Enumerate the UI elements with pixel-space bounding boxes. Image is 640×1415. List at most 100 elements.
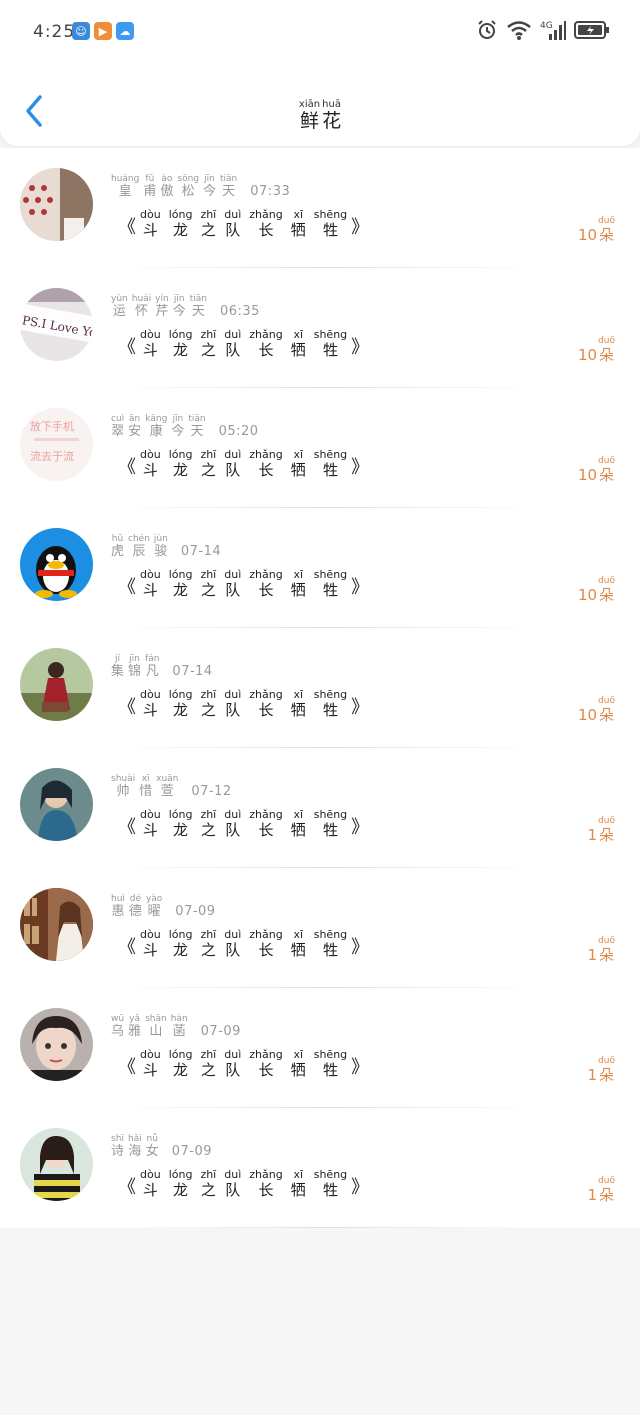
pinyin: shī [111, 1134, 124, 1144]
pinyin: xī [293, 688, 304, 701]
pinyin: zhǎng [249, 928, 283, 941]
pinyin: duō [598, 576, 615, 586]
pinyin: tiān [220, 174, 238, 184]
hanzi: 牺 [290, 941, 306, 959]
count-number: 1 [587, 826, 598, 844]
title-char: shēng 牲 [313, 688, 348, 720]
hanzi: 牺 [290, 461, 306, 479]
avatar[interactable] [20, 888, 93, 961]
hanzi: 牲 [322, 221, 338, 239]
pinyin: dòu [140, 208, 161, 221]
pinyin: xī [293, 328, 304, 341]
open-bracket: 《 [118, 937, 136, 958]
svg-text:放下手机: 放下手机 [30, 419, 74, 433]
hanzi: 海 [128, 1144, 142, 1159]
flower-count: 10 duō 朵 [578, 456, 616, 484]
wifi-icon [506, 19, 532, 41]
hanzi: 山 [149, 1024, 163, 1039]
hanzi: 朵 [599, 946, 615, 964]
pinyin: huì [111, 894, 125, 904]
pinyin: zhǎng [249, 1168, 283, 1181]
hanzi: 斗 [142, 221, 158, 239]
name-char: tiān 天 [220, 174, 237, 199]
hanzi: 斗 [142, 1181, 158, 1199]
timestamp: 07-09 [175, 904, 216, 919]
close-bracket: 》 [351, 337, 370, 358]
book-title: 《 dòu 斗 lóng 龙 zhī 之 duì 队 zhǎng 长 xī 牺 shēng 牲》 [118, 1048, 369, 1080]
avatar[interactable] [20, 1008, 93, 1081]
top-bar: 4:25 ☺ ▶ ☁ 4G xiān 鲜 huā 花 [0, 0, 640, 146]
list-item[interactable]: shuài 帅 xī 惜 xuān 萱 07-12 《 dòu 斗 lóng 龙 zhī 之 duì 队 zhǎ… [0, 748, 640, 868]
pinyin: xuān [156, 774, 179, 784]
cellular-signal-icon: 4G [540, 19, 566, 41]
pinyin: hàn [170, 1014, 188, 1024]
sender-line: yùn 运 huái 怀 yín 芹 jīn 今 tiān 天 06:35 [110, 294, 260, 319]
count-number: 10 [577, 346, 598, 364]
book-title: 《 dòu 斗 lóng 龙 zhī 之 duì 队 zhǎng 长 xī 牺 shēng 牲》 [118, 809, 369, 840]
flower-count: 10 duō 朵 [578, 576, 616, 604]
title-char: xiān 鲜 [299, 99, 320, 132]
title-char: zhī 之 [200, 329, 216, 360]
list-item[interactable]: huáng 皇 fǔ 甫 ào 傲 sōng 松 jīn 今 tiān 天 07:33 《 dòu 斗 lóng… [0, 148, 640, 268]
pinyin: duì [224, 448, 242, 461]
name-char: nǚ 女 [146, 1134, 159, 1159]
pinyin: kāng [145, 414, 168, 424]
list-item[interactable]: huì 惠 dé 德 yào 曜 07-09 《 dòu 斗 lóng 龙 zhī 之 duì 队 zhǎng 长… [0, 868, 640, 988]
sender-name: yùn 运 huái 怀 yín 芹 jīn 今 tiān 天 [110, 294, 208, 319]
hanzi: 惜 [139, 784, 153, 799]
name-char: tiān 天 [188, 414, 205, 439]
title-char: xī 牺 [291, 209, 306, 240]
sender-line: huì 惠 dé 德 yào 曜 07-09 [110, 894, 216, 919]
pinyin: shēng [313, 688, 348, 701]
name-char: shuài 帅 [111, 774, 135, 799]
status-indicators: 4G [476, 19, 610, 41]
avatar[interactable] [20, 528, 93, 601]
hanzi: 萱 [160, 784, 174, 799]
name-char: fán 凡 [145, 654, 159, 679]
list-item[interactable]: 放下手机 流去于流 cuì 翠 ān 安 kāng 康 jīn 今 tiān 天 05:20 《 dòu 斗 l… [0, 388, 640, 508]
hanzi: 傲 [160, 184, 174, 199]
hanzi: 牲 [322, 701, 338, 719]
list-item[interactable]: hǔ 虎 chén 辰 jùn 骏 07-14 《 dòu 斗 lóng 龙 zhī 之 duì 队 zhǎng… [0, 508, 640, 628]
pinyin: zhī [200, 928, 217, 941]
pinyin: shēng [313, 328, 348, 341]
pinyin: hǔ [111, 534, 124, 544]
title-char: duì 队 [224, 569, 241, 600]
list-item[interactable]: jí 集 jīn 锦 fán 凡 07-14 《 dòu 斗 lóng 龙 zhī 之 duì 队 zhǎng 长… [0, 628, 640, 748]
avatar[interactable]: PS.I Love You [20, 288, 93, 361]
pinyin: dòu [140, 1048, 161, 1061]
title-char: shēng 牲 [314, 449, 347, 480]
open-bracket: 《 [118, 457, 136, 478]
count-unit: duō 朵 [598, 216, 615, 244]
timestamp: 06:35 [219, 304, 260, 319]
pinyin: zhǎng [249, 568, 283, 581]
name-char: yǎ 雅 [128, 1014, 141, 1039]
open-bracket: 《 [118, 217, 136, 238]
hanzi: 龙 [173, 581, 189, 599]
pinyin: shēng [313, 928, 348, 941]
name-char: jīn 今 [173, 294, 186, 319]
title-char: zhī 之 [200, 1049, 216, 1080]
avatar[interactable] [20, 168, 93, 241]
hanzi: 之 [200, 461, 216, 479]
list-item[interactable]: shī 诗 hǎi 海 nǚ 女 07-09 《 dòu 斗 lóng 龙 zhī 之 duì 队 zhǎng 长… [0, 1108, 640, 1228]
list-item[interactable]: PS.I Love You yùn 运 huái 怀 yín 芹 jīn 今 tiān 天 06:35… [0, 268, 640, 388]
hanzi: 朵 [599, 826, 615, 844]
avatar[interactable]: 放下手机 流去于流 [20, 408, 93, 481]
avatar[interactable] [20, 1128, 93, 1201]
close-bracket: 》 [351, 1177, 370, 1198]
hanzi: 牲 [322, 821, 338, 839]
count-unit: duō 朵 [598, 456, 615, 484]
pinyin: duì [224, 1168, 242, 1181]
cloud-app-icon: ☁ [116, 22, 134, 40]
list-item[interactable]: wū 乌 yǎ 雅 shān 山 hàn 菡 07-09 《 dòu 斗 lóng 龙 zhī 之 duì 队 zh… [0, 988, 640, 1108]
title-char: zhǎng 长 [249, 568, 283, 600]
title-char: zhǎng 长 [249, 329, 282, 360]
open-bracket: 《 [118, 1177, 136, 1198]
open-bracket: 《 [118, 337, 136, 358]
hanzi: 长 [258, 821, 274, 839]
battery-icon [574, 19, 610, 41]
avatar[interactable] [20, 648, 93, 721]
avatar[interactable] [20, 768, 93, 841]
hanzi: 牲 [322, 581, 338, 599]
